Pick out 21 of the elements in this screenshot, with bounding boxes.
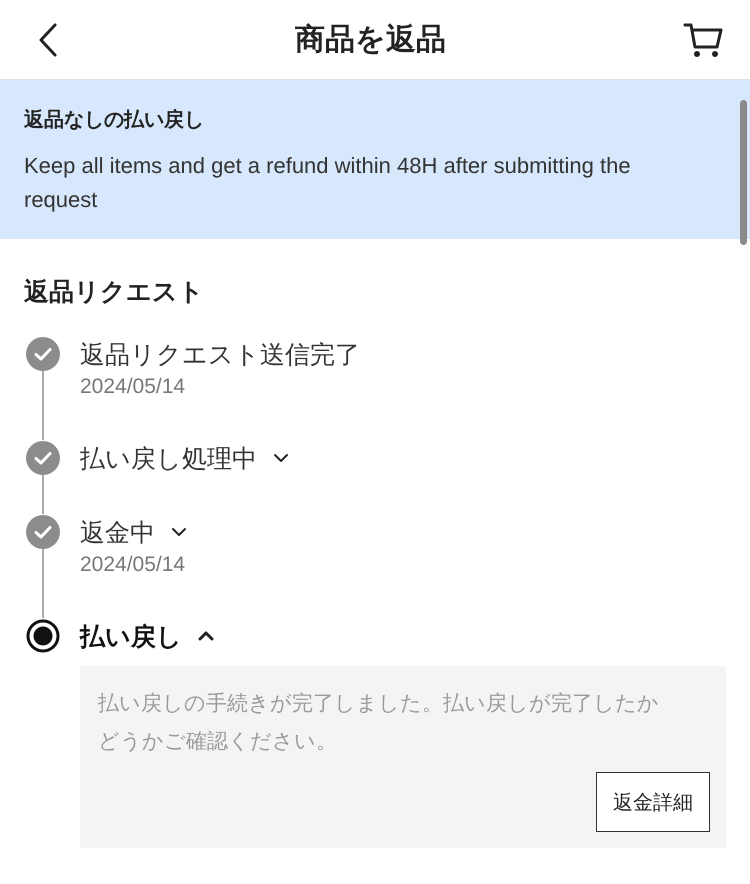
refund-details-button[interactable]: 返金詳細	[596, 772, 710, 832]
banner-title: 返品なしの払い戻し	[24, 106, 205, 133]
detail-text: 払い戻しの手続きが完了しました。払い戻しが完了したかどうかご確認ください。	[98, 690, 660, 755]
cart-icon[interactable]	[683, 20, 723, 58]
caret-icon[interactable]	[273, 453, 289, 463]
banner-text: Keep all items and get a refund within 48H after submitting the request	[24, 152, 632, 214]
check-icon	[26, 515, 60, 549]
caret-icon[interactable]	[171, 527, 187, 537]
step-title: 払い戻し	[80, 620, 182, 652]
page-title: 商品を返品	[295, 21, 446, 59]
back-icon[interactable]	[38, 22, 58, 56]
step-title: 返品リクエスト送信完了	[80, 338, 360, 370]
section-title: 返品リクエスト	[24, 276, 205, 308]
check-icon	[26, 441, 60, 475]
current-step-icon	[26, 619, 60, 653]
step-title: 払い戻し処理中	[80, 442, 257, 474]
check-icon	[26, 337, 60, 371]
step-date: 2024/05/14	[80, 552, 186, 578]
step-title: 返金中	[80, 516, 155, 548]
caret-icon[interactable]	[198, 631, 214, 641]
step-date: 2024/05/14	[80, 374, 186, 400]
